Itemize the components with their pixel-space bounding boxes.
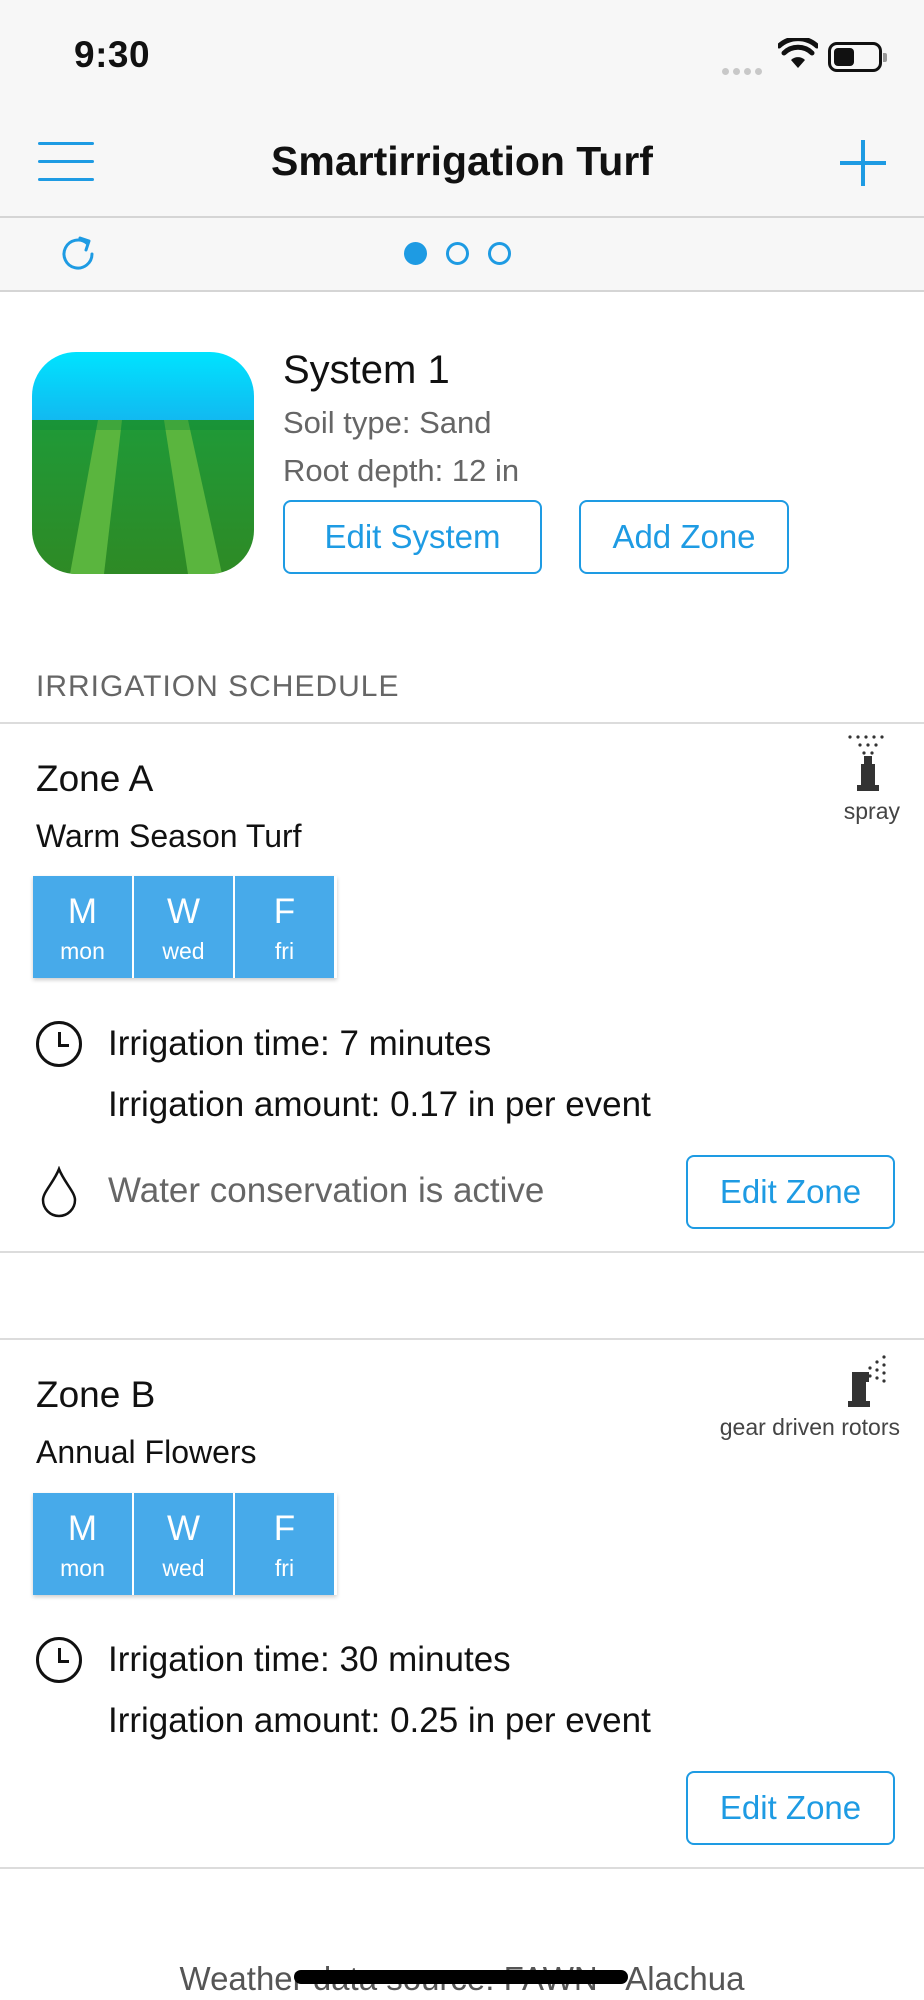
day-tile-wednesday[interactable]: W wed [134,1493,233,1595]
turf-system-image [32,352,254,574]
status-time: 9:30 [74,34,151,75]
page-title: Smartirrigation Turf [271,138,653,184]
day-letter: M [67,892,98,931]
day-letter: M [67,1509,98,1548]
day-abbr: wed [162,1555,205,1581]
home-indicator[interactable] [294,1970,628,1984]
conservation-status: Water conservation is active [108,1171,545,1210]
section-header: IRRIGATION SCHEDULE [36,670,400,703]
irrigation-time: Irrigation time: 7 minutes [108,1024,492,1063]
cellular-signal-icon [722,62,766,80]
sprinkler-head-type: spray [843,798,900,824]
day-letter: W [166,892,201,931]
edit-system-button[interactable]: Edit System [283,500,542,574]
rotor-head-icon [848,1355,886,1407]
page-indicator [404,242,530,270]
clock-icon [36,1637,82,1683]
day-letter: F [273,892,296,931]
day-tile-monday[interactable]: M mon [33,876,132,978]
divider [0,1338,924,1340]
day-abbr: fri [274,1555,295,1581]
page-dot-3[interactable] [488,242,511,265]
watering-days: M mon W wed F fri [33,876,337,978]
zone-plant-type: Annual Flowers [36,1434,257,1470]
day-abbr: mon [60,1555,105,1581]
watering-days: M mon W wed F fri [33,1493,337,1595]
wifi-icon [778,38,818,68]
day-abbr: wed [162,938,205,964]
irrigation-amount: Irrigation amount: 0.17 in per event [108,1085,651,1124]
edit-zone-button[interactable]: Edit Zone [686,1155,895,1229]
divider [0,1867,924,1869]
page-dot-1[interactable] [404,242,427,265]
irrigation-amount: Irrigation amount: 0.25 in per event [108,1701,651,1740]
zone-name: Zone A [36,758,154,799]
soil-type: Soil type: Sand [283,405,492,440]
app-screen: 9:30 Smartirrigation Turf System 1 Soil … [0,0,924,2000]
day-abbr: fri [274,938,295,964]
day-tile-wednesday[interactable]: W wed [134,876,233,978]
system-name: System 1 [283,348,450,392]
day-letter: F [273,1509,296,1548]
plus-icon[interactable] [838,138,888,188]
clock-icon [36,1021,82,1067]
pager-bar [0,218,924,292]
irrigation-time: Irrigation time: 30 minutes [108,1640,511,1679]
divider [0,722,924,724]
add-zone-button[interactable]: Add Zone [579,500,789,574]
battery-icon [828,42,887,72]
navigation-bar: Smartirrigation Turf [0,110,924,218]
sprinkler-head-type: gear driven rotors [719,1414,900,1440]
edit-zone-button[interactable]: Edit Zone [686,1771,895,1845]
day-tile-friday[interactable]: F fri [235,876,334,978]
status-bar: 9:30 [0,0,924,110]
divider [0,1251,924,1253]
zone-plant-type: Warm Season Turf [36,818,302,854]
spray-head-icon [848,735,884,791]
day-abbr: mon [60,938,105,964]
page-dot-2[interactable] [446,242,469,265]
day-letter: W [166,1509,201,1548]
root-depth: Root depth: 12 in [283,453,520,488]
day-tile-monday[interactable]: M mon [33,1493,132,1595]
water-drop-icon [41,1166,77,1218]
zone-name: Zone B [36,1374,156,1415]
refresh-icon[interactable] [56,232,100,276]
day-tile-friday[interactable]: F fri [235,1493,334,1595]
